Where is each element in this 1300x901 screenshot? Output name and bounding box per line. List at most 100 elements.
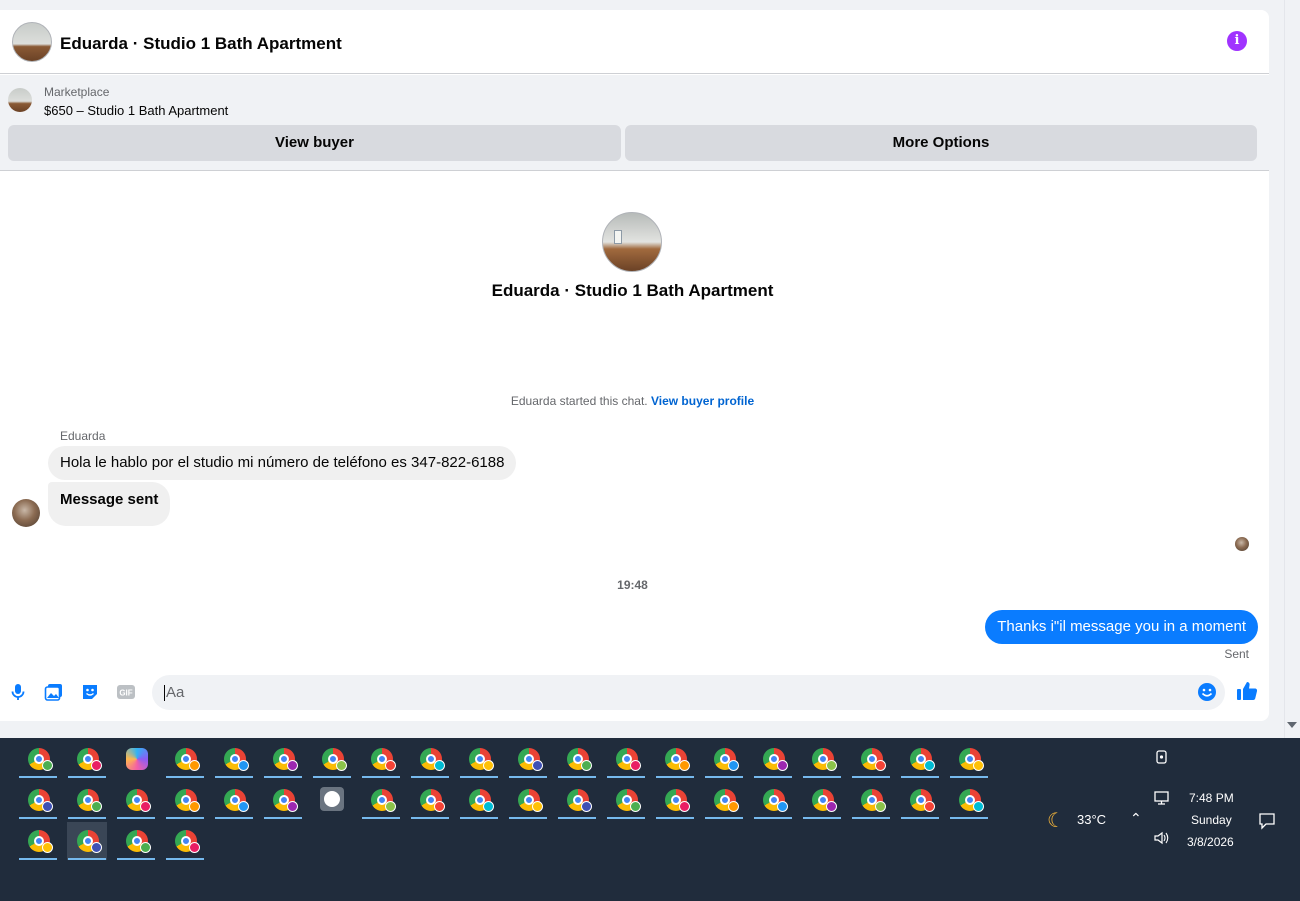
emoji-icon[interactable]	[1197, 682, 1217, 702]
profile-badge-icon	[973, 801, 984, 812]
chrome-profile-taskbar-icon[interactable]	[508, 740, 548, 778]
view-buyer-button[interactable]: View buyer	[8, 125, 621, 161]
chrome-profile-taskbar-icon[interactable]	[949, 740, 989, 778]
chrome-profile-taskbar-icon[interactable]	[116, 781, 156, 819]
running-indicator	[215, 776, 253, 778]
chrome-profile-taskbar-icon[interactable]	[459, 781, 499, 819]
running-indicator	[460, 776, 498, 778]
chrome-profile-taskbar-icon[interactable]	[165, 781, 205, 819]
chrome-profile-taskbar-icon[interactable]	[67, 740, 107, 778]
chevron-up-icon[interactable]: ⌃	[1130, 810, 1142, 827]
meet-now-icon[interactable]	[1154, 749, 1170, 765]
chrome-profile-taskbar-icon[interactable]	[557, 740, 597, 778]
info-icon[interactable]: i	[1227, 31, 1247, 51]
profile-avatar[interactable]	[602, 212, 662, 272]
profile-badge-icon	[189, 760, 200, 771]
listing-thumbnail[interactable]	[8, 88, 32, 112]
running-indicator	[705, 776, 743, 778]
chrome-profile-taskbar-icon[interactable]	[18, 781, 58, 819]
running-indicator	[656, 817, 694, 819]
running-indicator	[215, 817, 253, 819]
chrome-profile-taskbar-icon[interactable]	[312, 740, 352, 778]
chrome-profile-taskbar-icon[interactable]	[263, 781, 303, 819]
chrome-profile-taskbar-icon[interactable]	[704, 740, 744, 778]
view-buyer-profile-link[interactable]: View buyer profile	[651, 394, 754, 408]
chrome-profile-taskbar-icon[interactable]	[410, 781, 450, 819]
profile-badge-icon	[630, 760, 641, 771]
chrome-profile-taskbar-icon[interactable]	[851, 781, 891, 819]
clock-day[interactable]: Sunday	[1191, 813, 1232, 827]
chrome-profile-taskbar-icon[interactable]	[165, 822, 205, 860]
conversation-title[interactable]: Eduarda · Studio 1 Bath Apartment	[60, 34, 342, 54]
chrome-profile-taskbar-icon[interactable]	[67, 781, 107, 819]
clock-app-taskbar-icon[interactable]	[312, 781, 352, 819]
chrome-profile-taskbar-icon[interactable]	[165, 740, 205, 778]
profile-badge-icon	[728, 801, 739, 812]
chrome-profile-taskbar-icon[interactable]	[704, 781, 744, 819]
outgoing-message[interactable]: Thanks i"il message you in a moment	[985, 610, 1258, 644]
running-indicator	[558, 817, 596, 819]
listing-title[interactable]: $650 – Studio 1 Bath Apartment	[44, 103, 228, 118]
chrome-profile-taskbar-icon[interactable]	[900, 740, 940, 778]
chrome-profile-taskbar-icon[interactable]	[18, 822, 58, 860]
chrome-profile-taskbar-icon[interactable]	[459, 740, 499, 778]
chrome-profile-taskbar-icon[interactable]	[410, 740, 450, 778]
running-indicator	[607, 776, 645, 778]
chrome-profile-taskbar-icon[interactable]	[753, 781, 793, 819]
notification-center-icon[interactable]	[1258, 812, 1276, 830]
conversation-header: Eduarda · Studio 1 Bath Apartment i	[0, 10, 1269, 74]
clock-date[interactable]: 3/8/2026	[1187, 835, 1234, 849]
conversation-avatar[interactable]	[12, 22, 52, 62]
weather-temperature[interactable]: 33°C	[1077, 812, 1106, 827]
profile-badge-icon	[777, 801, 788, 812]
thumbs-up-icon[interactable]	[1236, 680, 1258, 702]
chrome-profile-taskbar-icon[interactable]	[361, 781, 401, 819]
profile-badge-icon	[924, 801, 935, 812]
message-input[interactable]: Aa	[152, 675, 1225, 710]
chrome-profile-taskbar-icon[interactable]	[606, 740, 646, 778]
running-indicator	[852, 776, 890, 778]
chrome-profile-taskbar-icon[interactable]	[753, 740, 793, 778]
chrome-profile-taskbar-icon[interactable]	[802, 781, 842, 819]
chrome-profile-taskbar-icon[interactable]	[851, 740, 891, 778]
incoming-message[interactable]: Hola le hablo por el studio mi número de…	[48, 446, 517, 480]
clock-time[interactable]: 7:48 PM	[1189, 791, 1234, 805]
sticker-icon[interactable]	[80, 682, 100, 702]
microphone-icon[interactable]	[8, 682, 28, 702]
chrome-profile-taskbar-icon[interactable]	[655, 740, 695, 778]
incoming-message[interactable]: Message sent	[48, 482, 171, 526]
gif-icon[interactable]: GIF	[116, 682, 136, 702]
photo-icon[interactable]	[44, 682, 64, 702]
sender-avatar[interactable]	[12, 499, 40, 527]
running-indicator	[313, 776, 351, 778]
chrome-profile-taskbar-icon[interactable]	[802, 740, 842, 778]
running-indicator	[166, 817, 204, 819]
profile-badge-icon	[581, 801, 592, 812]
running-indicator	[901, 776, 939, 778]
profile-badge-icon	[287, 801, 298, 812]
volume-icon[interactable]	[1153, 830, 1171, 846]
scroll-down-arrow-icon[interactable]	[1287, 722, 1297, 728]
moon-weather-icon[interactable]: ☾	[1047, 808, 1065, 833]
more-options-button[interactable]: More Options	[625, 125, 1257, 161]
chrome-profile-taskbar-icon[interactable]	[655, 781, 695, 819]
running-indicator	[558, 776, 596, 778]
chrome-profile-taskbar-icon[interactable]	[606, 781, 646, 819]
chrome-profile-taskbar-icon[interactable]	[67, 822, 107, 860]
scrollbar[interactable]	[1284, 0, 1300, 738]
chrome-profile-taskbar-icon[interactable]	[214, 781, 254, 819]
network-icon[interactable]	[1153, 790, 1171, 806]
copilot-taskbar-icon[interactable]	[116, 740, 156, 778]
chrome-profile-taskbar-icon[interactable]	[18, 740, 58, 778]
chrome-profile-taskbar-icon[interactable]	[263, 740, 303, 778]
chrome-profile-taskbar-icon[interactable]	[116, 822, 156, 860]
profile-badge-icon	[875, 760, 886, 771]
running-indicator	[117, 858, 155, 860]
chrome-profile-taskbar-icon[interactable]	[949, 781, 989, 819]
chrome-profile-taskbar-icon[interactable]	[508, 781, 548, 819]
chrome-profile-taskbar-icon[interactable]	[214, 740, 254, 778]
chrome-profile-taskbar-icon[interactable]	[900, 781, 940, 819]
chrome-profile-taskbar-icon[interactable]	[361, 740, 401, 778]
chrome-profile-taskbar-icon[interactable]	[557, 781, 597, 819]
chat-window: Eduarda · Studio 1 Bath Apartment i Mark…	[0, 10, 1269, 721]
